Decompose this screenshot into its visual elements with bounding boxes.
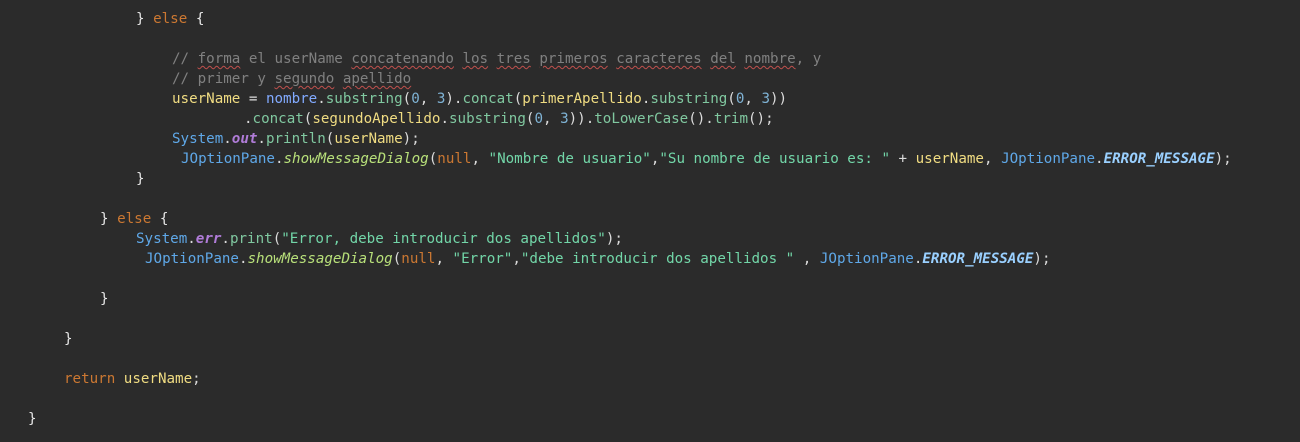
keyword-else: else [153,11,188,27]
keyword-else: else [117,211,152,227]
code-line: JOptionPane.showMessageDialog(null, "Err… [145,251,1051,267]
code-line: } else { [100,211,169,227]
code-line: System.err.print("Error, debe introducir… [136,231,623,247]
keyword-return: return [64,371,116,387]
code-line: } [136,171,145,187]
code-line: System.out.println(userName); [172,131,420,147]
code-line: .concat(segundoApellido.substring(0, 3))… [244,111,774,127]
code-editor[interactable]: } else { // forma el userName concatenan… [0,0,1300,442]
code-line: userName = nombre.substring(0, 3).concat… [172,91,788,107]
comment-line: // forma el userName concatenando los tr… [172,51,822,67]
code-line: JOptionPane.showMessageDialog(null, "Nom… [181,151,1232,167]
code-line: } [28,411,37,427]
comment-line: // primer y segundo apellido [172,71,412,87]
code-line: } else { [136,11,205,27]
code-line: } [100,291,109,307]
code-line: } [64,331,73,347]
code-line: return userName; [64,371,201,387]
